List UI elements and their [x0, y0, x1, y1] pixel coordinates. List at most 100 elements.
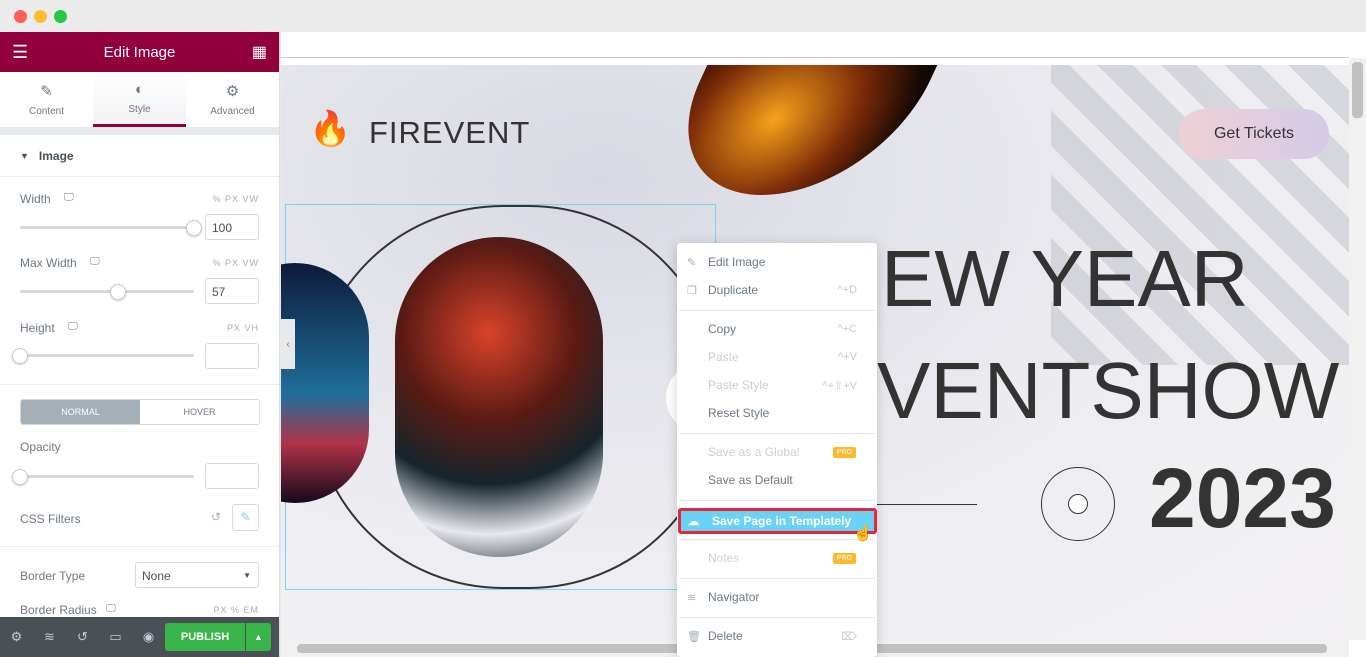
panel-title: Edit Image: [103, 43, 176, 61]
menu-item-paste-style[interactable]: Paste Style ^+⇧+V: [677, 373, 877, 397]
close-window-button[interactable]: [14, 10, 27, 23]
border-type-label: Border Type: [20, 569, 86, 583]
opacity-input[interactable]: [205, 463, 259, 489]
headline-year[interactable]: 2023: [1149, 450, 1336, 547]
menu-item-reset-style[interactable]: Reset Style: [677, 401, 877, 425]
publish-button[interactable]: PUBLISH: [165, 623, 245, 651]
gear-icon: ⚙: [225, 83, 240, 100]
max-width-slider[interactable]: [20, 290, 194, 293]
menu-item-save-default[interactable]: Save as Default: [677, 468, 877, 492]
menu-label: Edit Image: [708, 255, 766, 269]
max-width-input[interactable]: 57: [205, 278, 259, 304]
unit-switcher[interactable]: % PX VW: [212, 194, 259, 204]
css-filters-control: CSS Filters ↺ ✎: [20, 504, 259, 532]
copy-icon: ❐: [687, 284, 697, 297]
desktop-icon[interactable]: 🖵: [64, 192, 74, 203]
css-filters-label: CSS Filters: [20, 512, 81, 526]
width-input[interactable]: 100: [205, 214, 259, 240]
layers-icon: ≋: [687, 591, 697, 604]
menu-item-duplicate[interactable]: ❐ Duplicate ^+D: [677, 278, 877, 302]
menu-item-navigator[interactable]: ≋ Navigator: [677, 585, 877, 609]
editor-panel: ☰ Edit Image ▦ ✎ Content ◐ Style ⚙ Advanced…: [0, 32, 280, 657]
border-radius-control: Border Radius 🖵 PX % EM: [20, 603, 259, 617]
history-icon[interactable]: ↺: [66, 629, 99, 645]
layers-icon[interactable]: ≋: [33, 629, 66, 645]
trash-icon: 🗑: [687, 630, 701, 643]
desktop-icon[interactable]: 🖵: [68, 321, 78, 332]
height-slider-handle[interactable]: [12, 348, 28, 364]
unit-switcher[interactable]: PX % EM: [213, 605, 259, 615]
reset-icon[interactable]: ↺: [211, 510, 221, 524]
menu-item-edit-image[interactable]: ✎ Edit Image: [677, 250, 877, 274]
opacity-slider[interactable]: [20, 475, 194, 478]
vertical-scrollbar[interactable]: [1349, 58, 1366, 640]
opacity-control: Opacity: [12, 440, 259, 490]
unit-switcher[interactable]: PX VH: [227, 323, 259, 333]
pencil-icon: ✎: [687, 256, 697, 269]
maximize-window-button[interactable]: [54, 10, 67, 23]
menu-label: Delete: [708, 629, 743, 643]
height-input[interactable]: [205, 343, 259, 369]
edit-filters-button[interactable]: ✎: [232, 504, 259, 531]
pro-badge: PRO: [832, 552, 856, 564]
shortcut: ^+⇧+V: [822, 379, 857, 392]
max-width-control: Max Width 🖵 % PX VW 57: [20, 256, 259, 306]
menu-item-notes[interactable]: Notes PRO: [677, 546, 877, 570]
tab-style[interactable]: ◐ Style: [93, 72, 186, 127]
site-logo[interactable]: FIREVENT: [369, 115, 530, 151]
width-control: Width 🖵 % PX VW 100: [20, 192, 259, 242]
headline-line2[interactable]: VENTSHOW: [877, 345, 1339, 437]
menu-item-copy[interactable]: Copy ^+C: [677, 317, 877, 341]
shortcut: ^+D: [837, 284, 857, 296]
tab-label: Content: [28, 106, 65, 117]
height-slider[interactable]: [20, 354, 194, 357]
border-type-select[interactable]: None ▼: [135, 562, 259, 588]
preview-eye-icon[interactable]: ◉: [132, 629, 165, 645]
menu-label: Notes: [708, 551, 740, 565]
desktop-icon[interactable]: 🖵: [106, 603, 116, 614]
menu-item-delete[interactable]: 🗑 Delete ⌦: [677, 624, 877, 648]
settings-icon[interactable]: ⚙: [0, 629, 33, 645]
collapse-panel-button[interactable]: ‹: [281, 319, 295, 369]
headline-line1[interactable]: EW YEAR: [881, 233, 1249, 325]
arrow-line: [877, 504, 977, 505]
hover-tab[interactable]: HOVER: [140, 400, 259, 424]
hamburger-icon[interactable]: ☰: [12, 42, 28, 63]
width-slider[interactable]: [20, 226, 194, 229]
scroll-thumb[interactable]: [1352, 62, 1363, 118]
tab-content[interactable]: ✎ Content: [0, 72, 93, 127]
publish-options-button[interactable]: ▲: [246, 623, 271, 651]
shortcut: ^+V: [838, 351, 857, 363]
opacity-slider-handle[interactable]: [12, 469, 28, 485]
opacity-label: Opacity: [20, 440, 61, 454]
section-image-header[interactable]: ▼ Image: [0, 135, 279, 177]
menu-label: Paste Style: [708, 378, 769, 392]
context-menu: ✎ Edit Image ❐ Duplicate ^+D Copy ^+C Paste ^…: [677, 243, 877, 657]
normal-tab[interactable]: NORMAL: [21, 400, 140, 424]
menu-label: Reset Style: [708, 406, 770, 420]
chevron-down-icon: ▼: [243, 571, 251, 580]
pro-badge: PRO: [832, 446, 856, 458]
minimize-window-button[interactable]: [34, 10, 47, 23]
menu-item-save-global[interactable]: Save as a Global PRO: [677, 440, 877, 464]
max-width-label: Max Width: [20, 256, 77, 270]
height-control: Height 🖵 PX VH: [12, 321, 259, 371]
max-width-slider-handle[interactable]: [110, 284, 126, 300]
grid-icon[interactable]: ▦: [252, 42, 267, 62]
width-slider-handle[interactable]: [186, 220, 202, 236]
space-needle-fireworks-image[interactable]: [395, 237, 603, 557]
get-tickets-button[interactable]: Get Tickets: [1179, 109, 1329, 159]
menu-label: Save as a Global: [708, 445, 800, 459]
fireworks-image-top[interactable]: [646, 65, 966, 195]
border-radius-label: Border Radius: [20, 603, 97, 617]
city-fireworks-image[interactable]: [281, 263, 369, 503]
menu-item-save-templately[interactable]: ☁ Save Page in Templately: [678, 508, 877, 534]
border-type-control: Border Type None ▼: [20, 562, 259, 590]
contrast-icon: ◐: [134, 81, 145, 98]
tab-advanced[interactable]: ⚙ Advanced: [186, 72, 279, 127]
responsive-icon[interactable]: ▭: [99, 629, 132, 645]
desktop-icon[interactable]: 🖵: [90, 256, 100, 267]
caret-down-icon: ▼: [20, 150, 29, 161]
unit-switcher[interactable]: % PX VW: [212, 258, 259, 268]
menu-item-paste[interactable]: Paste ^+V: [677, 345, 877, 369]
